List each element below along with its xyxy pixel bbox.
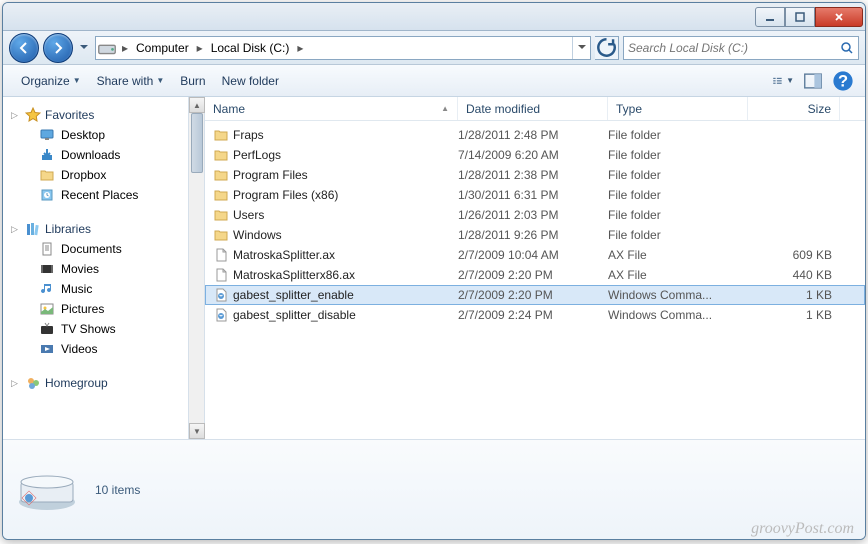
minimize-button[interactable] — [755, 7, 785, 27]
forward-button[interactable] — [43, 33, 73, 63]
homegroup[interactable]: ▷ Homegroup — [7, 373, 184, 393]
music-icon — [39, 281, 55, 297]
file-row[interactable]: Program Files (x86)1/30/2011 6:31 PMFile… — [205, 185, 865, 205]
videos-icon — [39, 341, 55, 357]
recent-icon — [39, 187, 55, 203]
file-row[interactable]: gabest_splitter_enable2/7/2009 2:20 PMWi… — [205, 285, 865, 305]
navigation-bar: ▸ Computer ▸ Local Disk (C:) ▸ — [3, 31, 865, 65]
libraries-icon — [25, 221, 41, 237]
desktop-icon — [39, 127, 55, 143]
titlebar — [3, 3, 865, 31]
drive-icon-large — [15, 466, 79, 514]
file-row[interactable]: MatroskaSplitter.ax2/7/2009 10:04 AMAX F… — [205, 245, 865, 265]
folder-icon — [213, 227, 229, 243]
tv-icon — [39, 321, 55, 337]
crumb-sep[interactable]: ▸ — [193, 37, 207, 59]
collapse-icon: ▷ — [11, 110, 21, 121]
column-headers: Name▲ Date modified Type Size — [205, 97, 865, 121]
pictures-icon — [39, 301, 55, 317]
burn-button[interactable]: Burn — [172, 70, 213, 92]
file-row[interactable]: PerfLogs7/14/2009 6:20 AMFile folder — [205, 145, 865, 165]
col-name[interactable]: Name▲ — [205, 97, 458, 120]
col-type[interactable]: Type — [608, 97, 748, 120]
file-list: Name▲ Date modified Type Size Fraps1/28/… — [205, 97, 865, 439]
star-icon — [25, 107, 41, 123]
folder-icon — [213, 167, 229, 183]
file-icon — [213, 247, 229, 263]
scroll-thumb[interactable] — [191, 113, 203, 173]
sidebar-scrollbar[interactable]: ▲ ▼ — [189, 97, 205, 439]
file-icon — [213, 267, 229, 283]
crumb-sep[interactable]: ▸ — [118, 37, 132, 59]
sidebar-item-dropbox[interactable]: Dropbox — [7, 165, 184, 185]
newfolder-button[interactable]: New folder — [214, 70, 287, 92]
folder-icon — [213, 147, 229, 163]
folder-icon — [213, 187, 229, 203]
documents-icon — [39, 241, 55, 257]
preview-pane-button[interactable] — [801, 70, 825, 92]
sidebar-item-desktop[interactable]: Desktop — [7, 125, 184, 145]
folder-icon — [213, 127, 229, 143]
explorer-window: ▸ Computer ▸ Local Disk (C:) ▸ Organize▼… — [2, 2, 866, 540]
file-row[interactable]: Windows1/28/2011 9:26 PMFile folder — [205, 225, 865, 245]
sidebar-item-pictures[interactable]: Pictures — [7, 299, 184, 319]
libraries-group[interactable]: ▷ Libraries — [7, 219, 184, 239]
back-button[interactable] — [9, 33, 39, 63]
sidebar-item-downloads[interactable]: Downloads — [7, 145, 184, 165]
movies-icon — [39, 261, 55, 277]
drive-icon — [96, 37, 118, 59]
scroll-down[interactable]: ▼ — [189, 423, 205, 439]
homegroup-icon — [25, 375, 41, 391]
close-button[interactable] — [815, 7, 863, 27]
sidebar-item-music[interactable]: Music — [7, 279, 184, 299]
collapse-icon: ▷ — [11, 378, 21, 389]
file-row[interactable]: gabest_splitter_disable2/7/2009 2:24 PMW… — [205, 305, 865, 325]
command-bar: Organize▼ Share with▼ Burn New folder ▼ … — [3, 65, 865, 97]
search-input[interactable] — [628, 41, 840, 55]
sidebar-item-recent-places[interactable]: Recent Places — [7, 185, 184, 205]
file-row[interactable]: Program Files1/28/2011 2:38 PMFile folde… — [205, 165, 865, 185]
item-count: 10 items — [95, 483, 140, 497]
details-pane: 10 items — [3, 439, 865, 539]
history-dropdown[interactable] — [77, 33, 91, 63]
svg-text:?: ? — [838, 72, 848, 90]
search-box[interactable] — [623, 36, 859, 60]
col-size[interactable]: Size — [748, 97, 840, 120]
breadcrumb-computer[interactable]: Computer — [132, 37, 193, 59]
file-row[interactable]: Fraps1/28/2011 2:48 PMFile folder — [205, 125, 865, 145]
help-button[interactable]: ? — [831, 70, 855, 92]
navigation-pane: ▷ Favorites DesktopDownloadsDropboxRecen… — [3, 97, 189, 439]
view-button[interactable]: ▼ — [771, 70, 795, 92]
refresh-button[interactable] — [595, 36, 619, 60]
scroll-up[interactable]: ▲ — [189, 97, 205, 113]
folder-icon — [213, 207, 229, 223]
downloads-icon — [39, 147, 55, 163]
breadcrumb-localdisk[interactable]: Local Disk (C:) — [207, 37, 294, 59]
sidebar-item-documents[interactable]: Documents — [7, 239, 184, 259]
file-row[interactable]: MatroskaSplitterx86.ax2/7/2009 2:20 PMAX… — [205, 265, 865, 285]
organize-button[interactable]: Organize▼ — [13, 70, 89, 92]
file-row[interactable]: Users1/26/2011 2:03 PMFile folder — [205, 205, 865, 225]
address-dropdown[interactable] — [572, 37, 590, 59]
address-bar[interactable]: ▸ Computer ▸ Local Disk (C:) ▸ — [95, 36, 591, 60]
share-button[interactable]: Share with▼ — [89, 70, 173, 92]
crumb-sep[interactable]: ▸ — [293, 37, 307, 59]
sidebar-item-tv-shows[interactable]: TV Shows — [7, 319, 184, 339]
sidebar-item-movies[interactable]: Movies — [7, 259, 184, 279]
cmd-icon — [213, 287, 229, 303]
cmd-icon — [213, 307, 229, 323]
sidebar-item-videos[interactable]: Videos — [7, 339, 184, 359]
maximize-button[interactable] — [785, 7, 815, 27]
folder-icon — [39, 167, 55, 183]
search-icon — [840, 41, 854, 55]
col-date[interactable]: Date modified — [458, 97, 608, 120]
favorites-group[interactable]: ▷ Favorites — [7, 105, 184, 125]
collapse-icon: ▷ — [11, 224, 21, 235]
